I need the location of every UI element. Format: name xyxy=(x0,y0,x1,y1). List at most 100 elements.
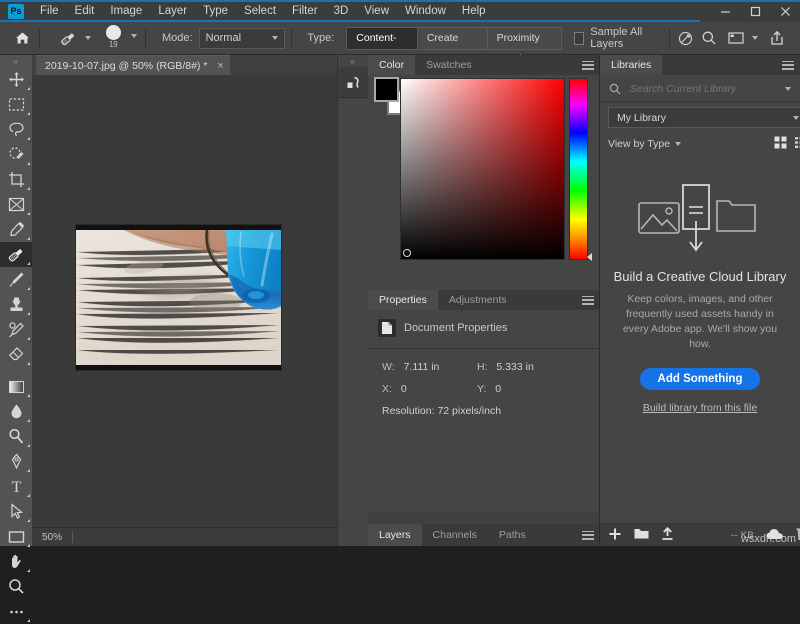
menu-view[interactable]: View xyxy=(356,0,397,22)
blur-tool[interactable] xyxy=(0,399,32,424)
frame-tool[interactable] xyxy=(0,192,32,217)
tab-paths[interactable]: Paths xyxy=(488,524,537,546)
grid-view-icon[interactable] xyxy=(774,136,787,152)
library-select-value: My Library xyxy=(617,112,666,124)
tool-flyout-indicator xyxy=(27,469,30,472)
lasso-tool[interactable] xyxy=(0,117,32,142)
menu-layer[interactable]: Layer xyxy=(150,0,195,22)
color-panel-menu-icon[interactable] xyxy=(582,55,594,75)
crop-tool[interactable] xyxy=(0,167,32,192)
brush-tool[interactable] xyxy=(0,267,32,292)
blend-mode-select[interactable]: Normal xyxy=(199,28,285,49)
search-chevron-down-icon[interactable] xyxy=(785,87,791,91)
menu-help[interactable]: Help xyxy=(454,0,494,22)
search-icon xyxy=(609,83,621,95)
upload-icon[interactable] xyxy=(661,527,674,544)
maximize-button[interactable] xyxy=(740,0,770,22)
libraries-panel-menu-icon[interactable] xyxy=(782,55,794,75)
color-field[interactable] xyxy=(400,78,565,260)
close-icon[interactable]: × xyxy=(217,60,223,72)
pressure-size-icon[interactable] xyxy=(675,26,696,50)
dodge-tool[interactable] xyxy=(0,424,32,449)
view-by-chevron-down-icon[interactable] xyxy=(675,142,681,146)
brush-size-control[interactable]: 19 xyxy=(101,25,125,51)
type-create-texture-button[interactable]: Create Texture xyxy=(418,28,488,49)
tool-flyout-indicator xyxy=(27,262,30,265)
type-tool[interactable]: T xyxy=(0,474,32,499)
brush-preset-picker[interactable] xyxy=(57,27,93,49)
pen-tool[interactable] xyxy=(0,449,32,474)
folder-icon[interactable] xyxy=(634,527,649,543)
hue-slider-marker xyxy=(587,253,592,261)
view-by-label[interactable]: View by Type xyxy=(608,138,670,150)
hue-slider[interactable] xyxy=(569,78,588,260)
menu-image[interactable]: Image xyxy=(102,0,150,22)
properties-panel-menu-icon[interactable] xyxy=(582,290,594,310)
history-brush-tool[interactable] xyxy=(0,317,32,342)
tab-properties[interactable]: Properties xyxy=(368,290,438,310)
hand-tool[interactable] xyxy=(0,549,32,574)
zoom-tool[interactable] xyxy=(0,574,32,599)
sample-all-layers-row[interactable]: Sample All Layers xyxy=(574,26,659,50)
canvas-image[interactable] xyxy=(76,225,281,370)
home-icon[interactable] xyxy=(12,26,33,50)
minimize-button[interactable] xyxy=(710,0,740,22)
x-field[interactable]: X: 0 xyxy=(382,383,477,395)
toolbar-grip[interactable]: » xyxy=(0,55,32,67)
menu-edit[interactable]: Edit xyxy=(67,0,103,22)
tab-channels[interactable]: Channels xyxy=(422,524,488,546)
status-bar: 50% xyxy=(32,527,337,546)
tab-color[interactable]: Color xyxy=(368,55,415,75)
workspace-icon[interactable] xyxy=(726,26,746,50)
build-library-link[interactable]: Build library from this file xyxy=(600,402,800,414)
search-input[interactable] xyxy=(628,82,772,96)
add-icon[interactable] xyxy=(608,527,622,544)
width-field[interactable]: W: 7.111 in xyxy=(382,361,477,373)
type-content-aware-button[interactable]: Content-Aware xyxy=(347,28,418,49)
menu-3d[interactable]: 3D xyxy=(326,0,357,22)
workspace-chevron-down-icon[interactable] xyxy=(752,36,758,40)
tab-swatches[interactable]: Swatches xyxy=(415,55,483,75)
path-selection-tool[interactable] xyxy=(0,499,32,524)
styles-panel-icon[interactable] xyxy=(338,67,368,98)
add-something-button[interactable]: Add Something xyxy=(640,368,761,390)
menu-type[interactable]: Type xyxy=(195,0,236,22)
close-button[interactable] xyxy=(770,0,800,22)
tab-adjustments[interactable]: Adjustments xyxy=(438,290,518,310)
brush-preset-chevron-down-icon[interactable] xyxy=(85,36,91,40)
zoom-level[interactable]: 50% xyxy=(32,532,62,543)
spot-healing-brush-tool[interactable] xyxy=(0,242,32,267)
edit-toolbar-ellipsis-icon[interactable] xyxy=(0,599,32,624)
type-proximity-match-button[interactable]: Proximity Match xyxy=(488,28,561,49)
library-select[interactable]: My Library xyxy=(608,107,800,128)
layers-panel-menu-icon[interactable] xyxy=(582,524,594,546)
collapsed-dock-grip[interactable]: « xyxy=(338,55,368,67)
search-icon[interactable] xyxy=(696,26,722,50)
y-field[interactable]: Y: 0 xyxy=(477,383,572,395)
library-search-row[interactable] xyxy=(600,77,800,102)
rectangle-tool[interactable] xyxy=(0,524,32,549)
height-field[interactable]: H: 5.333 in xyxy=(477,361,572,373)
menu-select[interactable]: Select xyxy=(236,0,284,22)
tab-layers[interactable]: Layers xyxy=(368,524,422,546)
share-icon[interactable] xyxy=(764,26,790,50)
eraser-tool[interactable] xyxy=(0,342,32,367)
delete-icon[interactable] xyxy=(796,527,800,544)
quick-selection-tool[interactable] xyxy=(0,142,32,167)
eyedropper-tool[interactable] xyxy=(0,217,32,242)
menu-window[interactable]: Window xyxy=(397,0,454,22)
menu-filter[interactable]: Filter xyxy=(284,0,326,22)
marquee-tool[interactable] xyxy=(0,92,32,117)
clone-stamp-tool[interactable] xyxy=(0,292,32,317)
move-tool[interactable] xyxy=(0,67,32,92)
canvas-stage[interactable] xyxy=(32,75,337,528)
menu-file[interactable]: File xyxy=(32,0,67,22)
gradient-tool[interactable] xyxy=(0,374,32,399)
sample-all-layers-checkbox[interactable] xyxy=(574,32,585,45)
tab-libraries[interactable]: Libraries xyxy=(600,55,662,75)
document-tab[interactable]: 2019-10-07.jpg @ 50% (RGB/8#) * × xyxy=(36,55,230,76)
brush-size-chevron-down-icon[interactable] xyxy=(131,34,137,38)
options-divider-4 xyxy=(669,28,670,48)
list-view-icon[interactable] xyxy=(795,136,800,152)
foreground-color-swatch[interactable] xyxy=(374,77,399,102)
